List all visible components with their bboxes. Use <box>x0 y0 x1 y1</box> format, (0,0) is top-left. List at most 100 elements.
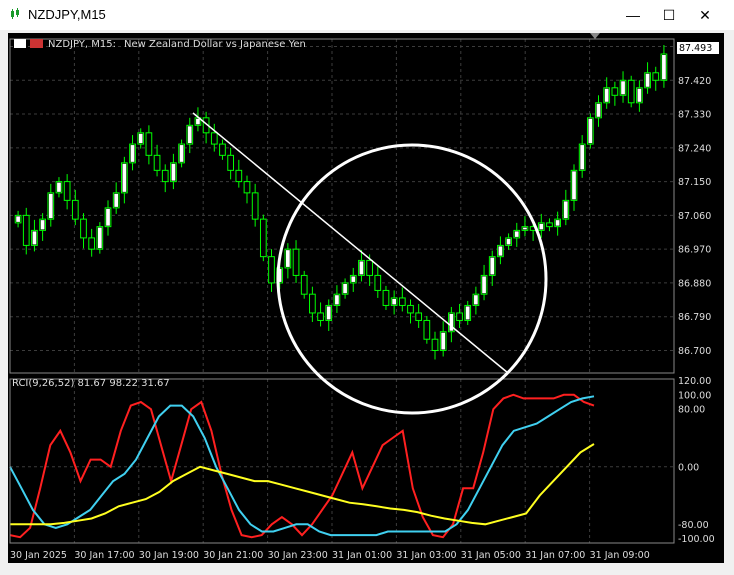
y-tick-label: 87.420 <box>678 76 711 87</box>
candle-body <box>243 181 251 194</box>
candle-body <box>88 237 96 250</box>
candle-body <box>251 192 259 220</box>
candle-fill <box>514 231 519 237</box>
chart-area[interactable]: 30 Jan 2025 30 Jan 17:00 30 Jan 19:00 30 Ja… <box>8 33 724 563</box>
rci-tick-label: 0.00 <box>678 462 699 473</box>
candle-fill <box>286 250 290 267</box>
candle-body <box>611 87 619 96</box>
candle-fill <box>572 171 576 200</box>
close-icon: ✕ <box>699 6 711 23</box>
window-title: NZDJPY,M15 <box>28 7 106 22</box>
candle-fill <box>16 216 20 222</box>
candle-body <box>219 143 226 156</box>
chart-canvas[interactable]: 30 Jan 2025 30 Jan 17:00 30 Jan 19:00 30 Ja… <box>8 33 724 563</box>
candle-body <box>431 338 439 351</box>
close-button[interactable]: ✕ <box>688 0 722 30</box>
y-tick-label: 86.880 <box>678 278 711 289</box>
x-tick-label: 31 Jan 03:00 <box>396 550 456 561</box>
candle-body <box>309 293 316 314</box>
maximize-icon: ☐ <box>662 6 676 23</box>
candle-body <box>423 319 431 340</box>
price-pane[interactable] <box>14 45 668 360</box>
candle-fill <box>490 257 495 275</box>
candle-fill <box>48 193 53 219</box>
title-bar: NZDJPY,M15 — ☐ ✕ <box>0 0 734 30</box>
candle-fill <box>359 261 364 275</box>
candle-fill <box>122 163 127 192</box>
candle-fill <box>32 231 37 245</box>
chart-list-icon <box>14 39 26 48</box>
rci-tick-label: -80.00 <box>678 520 709 531</box>
candle-fill <box>40 220 45 230</box>
x-tick-label: 30 Jan 17:00 <box>74 550 134 561</box>
candle-fill <box>57 182 61 192</box>
candle-fill <box>392 298 396 305</box>
candle-body <box>22 214 30 246</box>
candle-body <box>292 248 300 276</box>
rci-pane[interactable] <box>9 393 595 539</box>
candle-body <box>398 297 406 306</box>
minimize-icon: — <box>626 7 640 23</box>
x-tick-label: 31 Jan 09:00 <box>590 550 650 561</box>
candle-body <box>145 132 153 156</box>
candle-fill <box>596 103 601 117</box>
candle-body <box>161 169 169 183</box>
y-tick-label: 87.060 <box>678 211 711 222</box>
candlestick-icon <box>11 8 19 19</box>
candle-body <box>366 259 373 276</box>
candle-fill <box>343 283 347 294</box>
candle-fill <box>482 276 486 294</box>
candle-fill <box>441 332 446 350</box>
candle-fill <box>539 223 544 230</box>
candle-body <box>63 181 71 201</box>
candle-fill <box>326 306 331 320</box>
symbol-description: New Zealand Dollar vs Japanese Yen <box>124 39 306 50</box>
candle-fill <box>563 201 568 219</box>
candle-body <box>235 169 243 183</box>
candle-fill <box>465 306 470 320</box>
candle-body <box>627 79 635 104</box>
candle-body <box>407 304 414 314</box>
current-price: 87.493 <box>679 43 712 54</box>
candle-body <box>456 312 463 321</box>
candle-body <box>300 274 308 295</box>
candle-fill <box>474 295 478 305</box>
symbol-label: NZDJPY, M15: <box>48 39 116 50</box>
y-tick-label: 87.150 <box>678 177 711 188</box>
candle-fill <box>130 145 135 162</box>
candle-fill <box>138 133 143 144</box>
y-tick-label: 86.970 <box>678 245 711 256</box>
scroll-marker <box>590 33 600 39</box>
y-tick-label: 86.700 <box>678 346 711 357</box>
candle-body <box>153 154 161 171</box>
candle-fill <box>588 118 593 144</box>
candle-fill <box>580 145 585 170</box>
rci-mid-line <box>9 395 595 537</box>
candle-body <box>382 289 390 306</box>
candle-fill <box>106 208 110 226</box>
candle-fill <box>187 126 192 144</box>
candle-body <box>374 274 382 291</box>
candle-fill <box>196 118 200 125</box>
chart-header: NZDJPY, M15: New Zealand Dollar vs Japan… <box>14 39 306 50</box>
candle-body <box>652 72 660 81</box>
candle-body <box>268 256 275 284</box>
candle-fill <box>523 227 527 230</box>
x-tick-label: 30 Jan 21:00 <box>203 550 263 561</box>
y-tick-label: 86.790 <box>678 312 711 323</box>
minimize-button[interactable]: — <box>616 0 650 30</box>
candle-fill <box>97 227 102 249</box>
candle-fill <box>179 145 184 162</box>
rci-tick-label: -100.00 <box>678 534 715 545</box>
y-tick-label: 87.330 <box>678 110 711 121</box>
chart-type-icon <box>30 39 43 48</box>
candle-body <box>71 199 79 220</box>
candle-fill <box>335 295 339 305</box>
rci-tick-label: 80.00 <box>678 405 705 416</box>
x-tick-label: 31 Jan 01:00 <box>332 550 392 561</box>
maximize-button[interactable]: ☐ <box>652 0 686 30</box>
x-tick-label: 31 Jan 07:00 <box>525 550 585 561</box>
y-tick-label: 87.240 <box>678 143 711 154</box>
rci-tick-label: 100.00 <box>678 390 711 401</box>
candle-fill <box>637 88 642 102</box>
